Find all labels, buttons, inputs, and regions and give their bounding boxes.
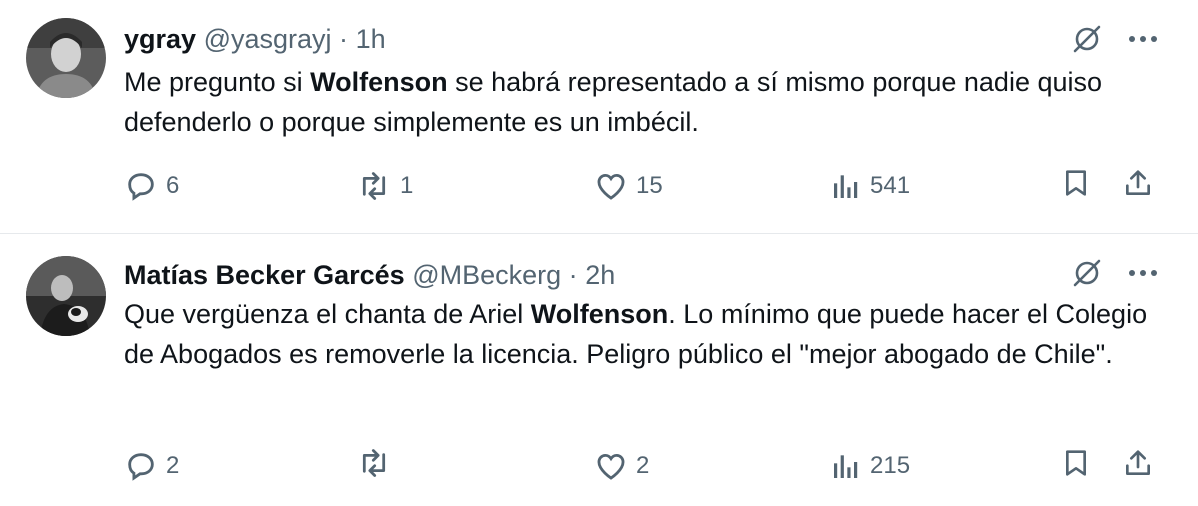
tweet-text-part: Que vergüenza el chanta de Ariel xyxy=(124,299,531,329)
reply-icon xyxy=(128,453,154,481)
separator-dot: · xyxy=(339,24,349,54)
avatar[interactable] xyxy=(26,18,106,98)
repost-icon xyxy=(362,449,386,477)
reply-count: 6 xyxy=(166,172,180,199)
repost-button[interactable]: 1 xyxy=(356,166,413,206)
like-count: 2 xyxy=(636,452,650,479)
tweet[interactable]: ygray @yasgrayj · 1h Me pregunto si Wolf… xyxy=(0,0,1198,234)
like-count: 15 xyxy=(636,172,663,199)
tweet-header: ygray @yasgrayj · 1h xyxy=(124,22,386,56)
repost-button[interactable] xyxy=(356,446,400,480)
views-button[interactable]: 541 xyxy=(830,166,910,206)
avatar[interactable] xyxy=(26,256,106,336)
separator-dot: · xyxy=(568,260,578,290)
share-button[interactable] xyxy=(1122,166,1154,200)
timestamp[interactable]: 2h xyxy=(585,260,615,290)
bookmark-icon xyxy=(1066,170,1086,196)
views-count: 541 xyxy=(870,172,911,199)
like-button[interactable]: 2 xyxy=(594,446,649,486)
views-icon xyxy=(834,455,858,478)
tweet-text-highlight: Wolfenson xyxy=(530,299,669,329)
reply-icon xyxy=(128,173,154,201)
tweet-text-highlight: Wolfenson xyxy=(310,67,448,97)
tweet-actions: 2 2 215 xyxy=(124,446,1164,486)
more-icon[interactable] xyxy=(1128,269,1158,277)
views-button[interactable]: 215 xyxy=(830,446,910,486)
timestamp[interactable]: 1h xyxy=(356,24,386,54)
like-button[interactable]: 15 xyxy=(594,166,663,206)
reply-button[interactable]: 2 xyxy=(124,446,179,486)
avatar-photo xyxy=(26,256,106,336)
more-icon[interactable] xyxy=(1128,35,1158,43)
user-handle[interactable]: @MBeckerg xyxy=(412,260,561,290)
user-handle[interactable]: @yasgrayj xyxy=(204,24,332,54)
display-name[interactable]: Matías Becker Garcés xyxy=(124,260,405,290)
share-button[interactable] xyxy=(1122,446,1154,480)
tweet-top-actions xyxy=(1070,256,1158,290)
like-icon xyxy=(597,173,625,200)
bookmark-button[interactable] xyxy=(1060,446,1092,480)
tweet-text-part: Me pregunto si xyxy=(124,67,311,97)
avatar-photo xyxy=(26,18,106,98)
bookmark-icon xyxy=(1066,450,1086,476)
bookmark-button[interactable] xyxy=(1060,166,1092,200)
grok-icon[interactable] xyxy=(1070,256,1104,290)
repost-icon xyxy=(362,172,386,200)
views-icon xyxy=(834,175,858,198)
repost-count: 1 xyxy=(400,172,414,199)
tweet-text: Que vergüenza el chanta de Ariel Wolfens… xyxy=(124,294,1164,374)
tweet-header: Matías Becker Garcés @MBeckerg · 2h xyxy=(124,258,615,292)
reply-button[interactable]: 6 xyxy=(124,166,179,206)
views-count: 215 xyxy=(870,452,911,479)
tweet-top-actions xyxy=(1070,22,1158,56)
share-icon xyxy=(1126,170,1150,195)
grok-icon[interactable] xyxy=(1070,22,1104,56)
tweet-actions: 6 1 15 541 xyxy=(124,166,1164,206)
share-icon xyxy=(1126,450,1150,475)
tweet-text: Me pregunto si Wolfenson se habrá repres… xyxy=(124,62,1164,142)
tweet[interactable]: Matías Becker Garcés @MBeckerg · 2h Que … xyxy=(0,234,1198,506)
like-icon xyxy=(597,453,625,480)
reply-count: 2 xyxy=(166,452,180,479)
display-name[interactable]: ygray xyxy=(124,24,196,54)
